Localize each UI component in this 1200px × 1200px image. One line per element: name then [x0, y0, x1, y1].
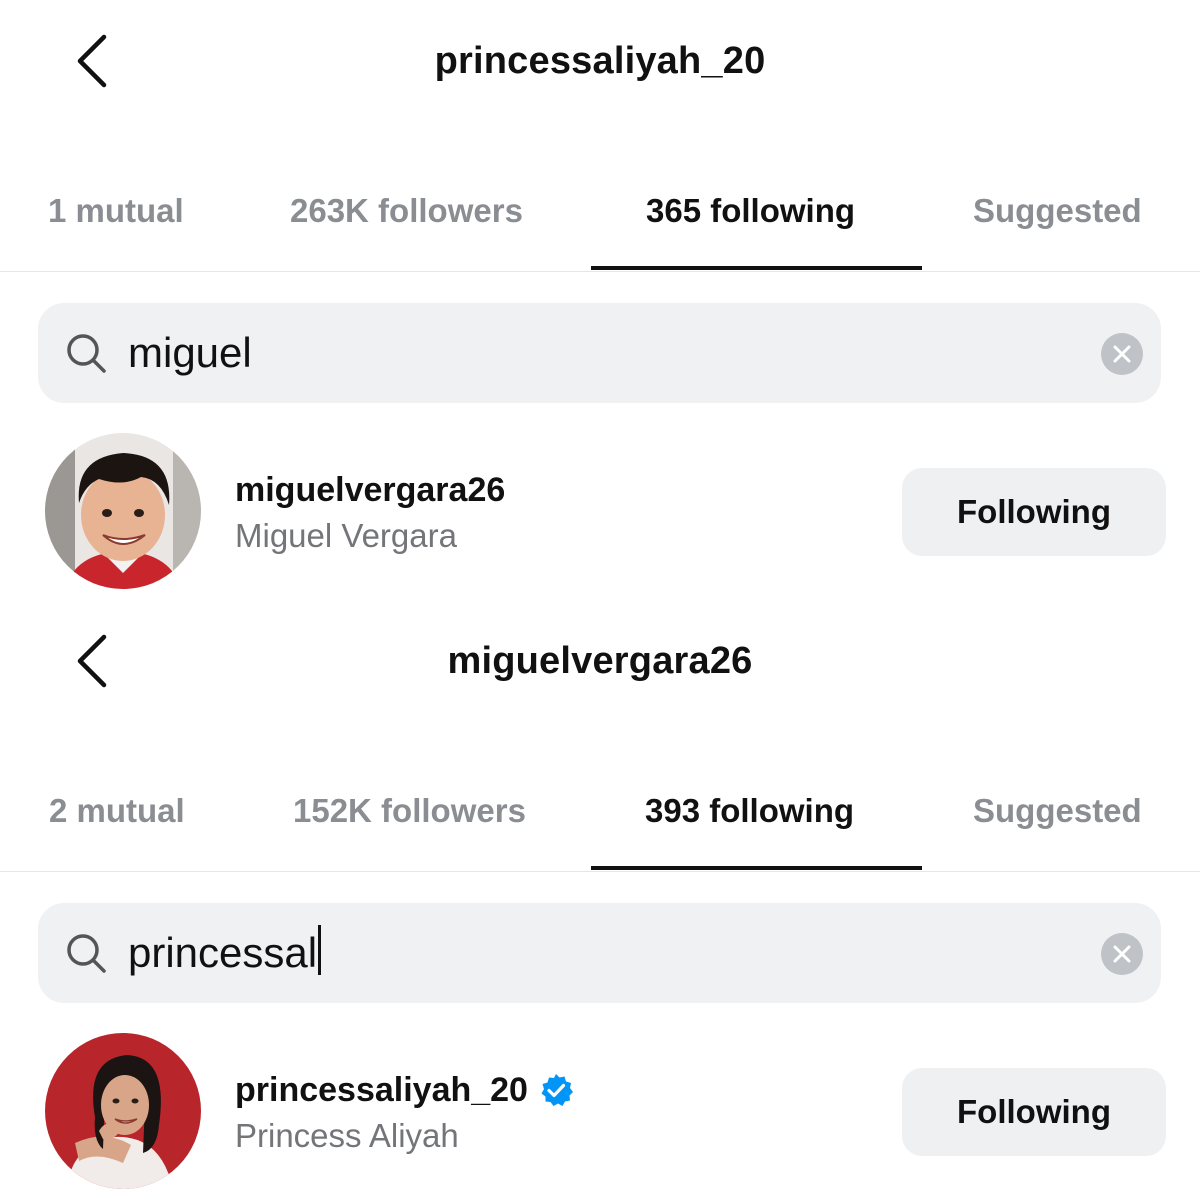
active-tab-indicator: [591, 266, 922, 270]
avatar[interactable]: [45, 1033, 201, 1189]
clear-search-button[interactable]: [1101, 333, 1143, 375]
search-query: miguel: [128, 329, 252, 376]
full-name: Princess Aliyah: [235, 1117, 459, 1154]
search-input[interactable]: princessal: [128, 925, 322, 981]
username[interactable]: miguelvergara26: [235, 468, 505, 512]
active-tab-indicator: [591, 866, 922, 870]
tab-followers[interactable]: 152K followers: [293, 780, 526, 842]
username-text: miguelvergara26: [235, 471, 506, 509]
tab-suggested[interactable]: Suggested: [973, 780, 1142, 842]
avatar[interactable]: [45, 433, 201, 589]
page-title: miguelvergara26: [447, 640, 753, 682]
page-title: princessaliyah_20: [434, 40, 766, 82]
following-list-screen-2: miguelvergara26 2 mutual 152K followers …: [0, 600, 1200, 1200]
tab-followers[interactable]: 263K followers: [290, 180, 523, 242]
following-button[interactable]: Following: [902, 468, 1166, 556]
search-bar[interactable]: princessal: [38, 903, 1161, 1003]
divider: [0, 871, 1200, 872]
clear-icon: [1113, 345, 1131, 363]
divider: [0, 271, 1200, 272]
tab-mutual[interactable]: 2 mutual: [49, 780, 185, 842]
username-text: princessaliyah_20: [235, 1071, 528, 1109]
clear-icon: [1113, 945, 1131, 963]
following-button[interactable]: Following: [902, 1068, 1166, 1156]
tab-suggested[interactable]: Suggested: [973, 180, 1142, 242]
tab-following[interactable]: 365 following: [646, 180, 855, 242]
list-item[interactable]: princessaliyah_20 Princess Aliyah Follow…: [0, 1030, 1200, 1195]
list-item[interactable]: miguelvergara26 Miguel Vergara Following: [0, 430, 1200, 595]
tab-mutual[interactable]: 1 mutual: [48, 180, 184, 242]
search-input[interactable]: miguel: [128, 325, 252, 381]
search-bar[interactable]: miguel: [38, 303, 1161, 403]
search-query: princessal: [128, 929, 318, 976]
search-icon: [67, 334, 106, 373]
search-icon: [67, 934, 106, 973]
following-list-screen-1: princessaliyah_20 1 mutual 263K follower…: [0, 0, 1200, 600]
full-name: Miguel Vergara: [235, 517, 457, 554]
tab-bar: 2 mutual 152K followers 393 following Su…: [0, 780, 1200, 872]
tab-bar: 1 mutual 263K followers 365 following Su…: [0, 180, 1200, 272]
text-cursor: [318, 925, 322, 975]
verified-badge-icon: [541, 1074, 573, 1106]
username[interactable]: princessaliyah_20: [235, 1068, 574, 1112]
tab-following[interactable]: 393 following: [645, 780, 854, 842]
avatar-photo-woman: [45, 1033, 201, 1189]
clear-search-button[interactable]: [1101, 933, 1143, 975]
avatar-photo-child: [45, 433, 201, 589]
